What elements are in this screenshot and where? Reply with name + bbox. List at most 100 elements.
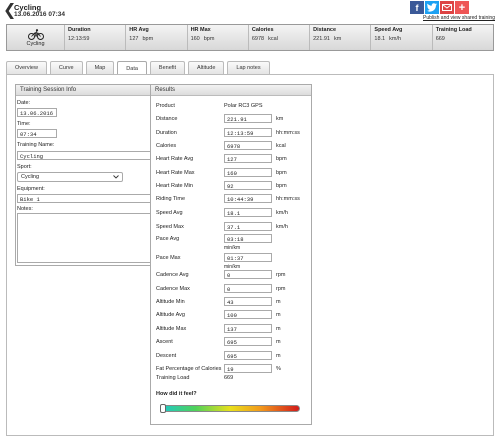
notes-label: Notes: — [17, 206, 33, 212]
stat-value: 12:13:59 — [68, 36, 90, 42]
training-load-label: Training Load — [156, 375, 190, 381]
training-name-field[interactable]: Cycling — [17, 151, 165, 160]
stat-label: Calories — [251, 27, 274, 33]
stat-label: Distance — [313, 27, 337, 33]
result-field[interactable]: 43 — [224, 297, 272, 306]
stat-value: 6978 kcal — [251, 36, 278, 42]
plus-icon[interactable]: + — [455, 1, 469, 14]
result-label: Calories — [156, 143, 177, 149]
session-info-heading: Training Session Info — [16, 85, 168, 96]
result-label: Cadence Avg — [156, 272, 189, 278]
result-label: Fat Percentage of Calories — [156, 366, 222, 372]
result-unit: hh:mm:ss — [276, 196, 300, 202]
date-field[interactable]: 13.06.2016 — [17, 108, 57, 117]
time-label: Time: — [17, 121, 31, 127]
result-label: Speed Max — [156, 224, 184, 230]
result-unit: bpm — [276, 156, 287, 162]
result-unit: km — [276, 116, 284, 122]
stat-training-load: Training Load 669 — [433, 25, 493, 50]
stat-hr-max: HR Max 160 bpm — [188, 25, 249, 50]
chevron-down-icon — [113, 175, 119, 179]
result-unit: bpm — [276, 183, 287, 189]
result-field[interactable]: 160 — [224, 168, 272, 177]
result-label: Ascent — [156, 339, 173, 345]
result-unit: m — [276, 353, 281, 359]
header: ❮ Cycling 13.06.2016 07:34 f + Publish a… — [0, 0, 500, 22]
tab-data[interactable]: Data — [117, 61, 147, 75]
result-label: Altitude Max — [156, 326, 187, 332]
result-label: Altitude Min — [156, 299, 185, 305]
tab-overview[interactable]: Overview — [6, 61, 47, 74]
stat-value: 669 — [435, 36, 445, 42]
feel-label: How did it feel? — [156, 391, 197, 397]
tab-curve[interactable]: Curve — [49, 61, 83, 74]
training-load-value: 669 — [224, 375, 234, 381]
stat-calories: Calories 6978 kcal — [249, 25, 311, 50]
result-field[interactable]: 12:13:59 — [224, 128, 272, 137]
time-field[interactable]: 07:34 — [17, 129, 57, 138]
result-unit: km/h — [276, 210, 288, 216]
result-unit: m — [276, 312, 281, 318]
result-unit: rpm — [276, 272, 286, 278]
result-label: Pace Max — [156, 255, 181, 261]
notes-value — [18, 214, 164, 218]
stat-value: 160 bpm — [190, 36, 215, 42]
notes-textarea[interactable] — [17, 213, 165, 263]
result-unit: % — [276, 366, 281, 372]
result-label: Pace Avg — [156, 236, 180, 242]
stat-value: 221.91 km — [313, 36, 342, 42]
result-field[interactable]: 0 — [224, 270, 272, 279]
result-label: Heart Rate Avg — [156, 156, 194, 162]
result-field[interactable]: 0 — [224, 284, 272, 293]
cyclist-icon — [27, 28, 44, 40]
result-field[interactable]: 6978 — [224, 141, 272, 150]
tab-lap-notes[interactable]: Lap notes — [227, 61, 270, 74]
result-field[interactable]: 10:44:39 — [224, 194, 272, 203]
tab-altitude[interactable]: Altitude — [188, 61, 225, 74]
result-field[interactable]: 221.91 — [224, 114, 272, 123]
feel-slider-track[interactable] — [160, 405, 300, 412]
result-field[interactable]: 37.1 — [224, 222, 272, 231]
facebook-icon[interactable]: f — [410, 1, 424, 14]
result-field[interactable]: 92 — [224, 181, 272, 190]
tab-map[interactable]: Map — [85, 61, 115, 74]
product-value: Polar RC3 GPS — [224, 103, 263, 109]
result-field[interactable]: 137 — [224, 324, 272, 333]
equipment-label: Equipment: — [17, 186, 45, 192]
result-label: Heart Rate Min — [156, 183, 193, 189]
twitter-icon[interactable] — [425, 1, 439, 14]
result-field[interactable]: 695 — [224, 351, 272, 360]
result-field[interactable]: 19 — [224, 364, 272, 373]
result-field[interactable]: 01:37 — [224, 253, 272, 262]
share-icons: f + — [410, 1, 469, 14]
result-field[interactable]: 100 — [224, 310, 272, 319]
result-field[interactable]: 03:18 — [224, 234, 272, 243]
result-label: Duration — [156, 130, 177, 136]
date-label: Date: — [17, 100, 31, 106]
stat-value: 127 bpm — [129, 36, 154, 42]
result-label: Cadence Max — [156, 286, 190, 292]
feel-slider-handle[interactable] — [160, 404, 166, 413]
equipment-field[interactable]: Bike 1 — [17, 194, 165, 203]
sport-select[interactable]: Cycling — [17, 172, 123, 182]
sport-field-label: Sport: — [17, 164, 32, 170]
result-label: Riding Time — [156, 196, 186, 202]
result-label: Descent — [156, 353, 177, 359]
product-label: Product — [156, 103, 175, 109]
sport-label: Cycling — [26, 40, 45, 47]
stat-label: HR Max — [190, 27, 211, 33]
training-name-label: Training Name: — [17, 142, 55, 148]
result-unit: m — [276, 299, 281, 305]
tab-benefit[interactable]: Benefit — [149, 61, 186, 74]
share-link[interactable]: Publish and view shared training — [423, 15, 495, 21]
result-unit: min/km — [224, 245, 241, 251]
result-unit: bpm — [276, 170, 287, 176]
result-field[interactable]: 127 — [224, 154, 272, 163]
result-field[interactable]: 18.1 — [224, 208, 272, 217]
tab-bar: Overview Curve Map Data Benefit Altitude… — [6, 61, 270, 75]
mail-icon[interactable] — [440, 1, 454, 14]
result-unit: m — [276, 326, 281, 332]
result-field[interactable]: 695 — [224, 337, 272, 346]
stat-label: Duration — [68, 27, 91, 33]
sport-select-value: Cycling — [21, 174, 40, 180]
